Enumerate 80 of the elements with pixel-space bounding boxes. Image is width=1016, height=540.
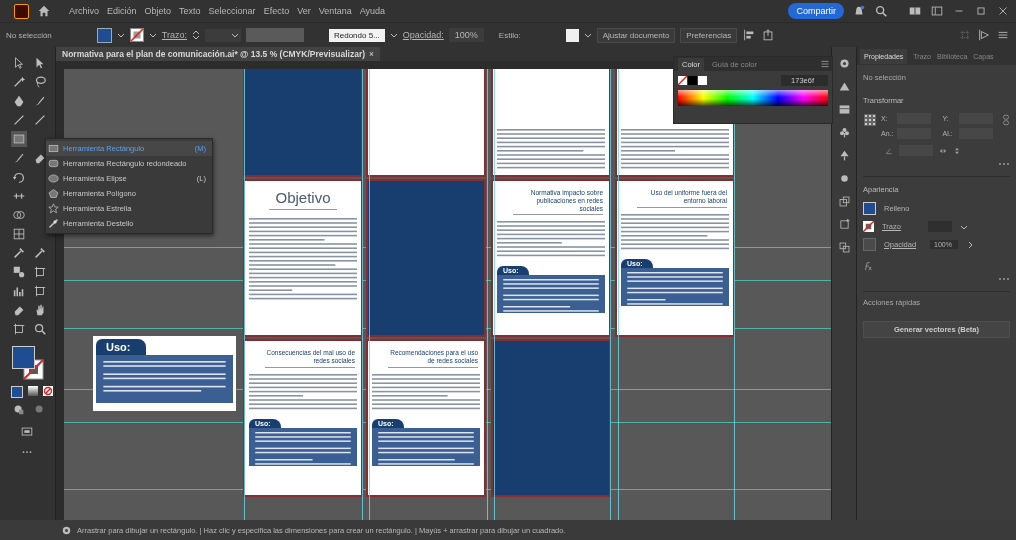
info-icon <box>62 525 71 535</box>
none-mode-icon[interactable] <box>43 386 53 396</box>
home-icon[interactable] <box>37 4 51 18</box>
rectangle-icon <box>48 143 59 154</box>
brush-dropdown[interactable]: Redondo 5... <box>329 28 385 42</box>
rectangle-icon[interactable] <box>11 131 27 147</box>
fill-swatch[interactable] <box>863 202 876 215</box>
blend-icon[interactable] <box>11 264 27 280</box>
caret-icon[interactable] <box>231 31 239 39</box>
menu-item[interactable]: Ventana <box>318 6 352 16</box>
properties-icon[interactable] <box>837 57 851 70</box>
color-mode-icon[interactable] <box>11 386 23 398</box>
color-swatch[interactable] <box>698 76 707 85</box>
fill-stroke-swatch[interactable] <box>12 346 44 380</box>
color-spectrum[interactable] <box>678 90 828 106</box>
none-swatch[interactable] <box>678 76 687 85</box>
menu-item[interactable]: Seleccionar <box>208 6 256 16</box>
pages-icon[interactable] <box>837 241 851 254</box>
eyedropper-icon[interactable] <box>32 245 48 261</box>
more-icon[interactable] <box>998 277 1010 281</box>
artboard-heading: Objetivo <box>269 189 337 210</box>
flare-icon <box>48 218 59 229</box>
search-icon[interactable] <box>874 4 888 18</box>
caret-icon[interactable] <box>583 31 592 39</box>
reference-point-icon[interactable] <box>863 113 877 127</box>
caret-icon[interactable] <box>148 31 157 39</box>
spinner-icon[interactable] <box>192 29 200 41</box>
menu-item[interactable]: Archivo <box>69 6 99 16</box>
stroke-swatch[interactable] <box>863 221 874 232</box>
effects-icon[interactable] <box>863 261 873 271</box>
menu-item[interactable]: Texto <box>179 6 201 16</box>
style-label: Estilo: <box>498 30 521 40</box>
style-swatch[interactable] <box>565 28 579 42</box>
caret-icon[interactable] <box>116 31 125 39</box>
gradient-mode-icon[interactable] <box>28 386 38 396</box>
transform-icon[interactable] <box>837 195 851 208</box>
toolbar-button[interactable]: Ajustar documento <box>596 27 676 43</box>
fill-swatch[interactable] <box>96 27 112 43</box>
opacity-swatch[interactable] <box>863 238 876 251</box>
grid-icon[interactable] <box>11 226 27 242</box>
stroke-link[interactable]: Trazo: <box>161 30 187 40</box>
bell-icon[interactable] <box>852 4 866 18</box>
caret-icon[interactable] <box>389 31 398 39</box>
menu-item[interactable]: Edición <box>107 6 137 16</box>
polygon-icon <box>48 188 59 199</box>
export-icon[interactable] <box>761 28 776 42</box>
menu-item[interactable]: Efecto <box>263 6 290 16</box>
color-swatch[interactable] <box>688 76 697 85</box>
eyedropper-icon[interactable] <box>11 245 27 261</box>
menu-item[interactable]: Objeto <box>144 6 172 16</box>
artboard-icon[interactable] <box>32 283 48 299</box>
zoom-icon[interactable] <box>32 321 48 337</box>
star-icon <box>48 203 59 214</box>
align-icon[interactable] <box>977 28 991 42</box>
stroke-swatch[interactable] <box>129 28 144 42</box>
panel-icon[interactable] <box>930 4 944 18</box>
rounded-rectangle-icon <box>48 158 59 169</box>
opacity-link[interactable]: Opacidad: <box>402 30 444 40</box>
more-icon[interactable] <box>998 162 1010 166</box>
artboard-icon[interactable] <box>837 218 851 231</box>
selection-label: No selección <box>6 30 52 40</box>
section-label: Uso: <box>96 339 147 355</box>
app-logo-icon[interactable] <box>14 3 29 19</box>
layers-icon[interactable] <box>837 80 851 93</box>
club-icon[interactable] <box>837 126 851 139</box>
libraries-icon[interactable] <box>837 103 851 116</box>
flip-vertical-icon[interactable] <box>953 146 961 155</box>
variable-width-field[interactable] <box>246 28 304 42</box>
menu-item[interactable]: Ayuda <box>359 6 386 16</box>
artboard-icon[interactable] <box>32 264 48 280</box>
maximize-icon[interactable] <box>974 4 988 18</box>
document-tab[interactable]: Normativa para el plan de comunicación.ai* @ 13.5 % (CMYK/Previsualizar) × <box>56 47 381 61</box>
share-button[interactable]: Compartir <box>788 3 844 19</box>
link-icon[interactable] <box>1002 113 1010 127</box>
chevron-icon[interactable] <box>966 240 974 249</box>
artboard-icon[interactable] <box>11 321 27 337</box>
opacity-field[interactable]: 100% <box>448 28 484 42</box>
ellipse-icon <box>48 173 59 184</box>
menu-item[interactable]: Ver <box>297 6 311 16</box>
toolbar-button[interactable]: Preferencias <box>680 27 738 43</box>
